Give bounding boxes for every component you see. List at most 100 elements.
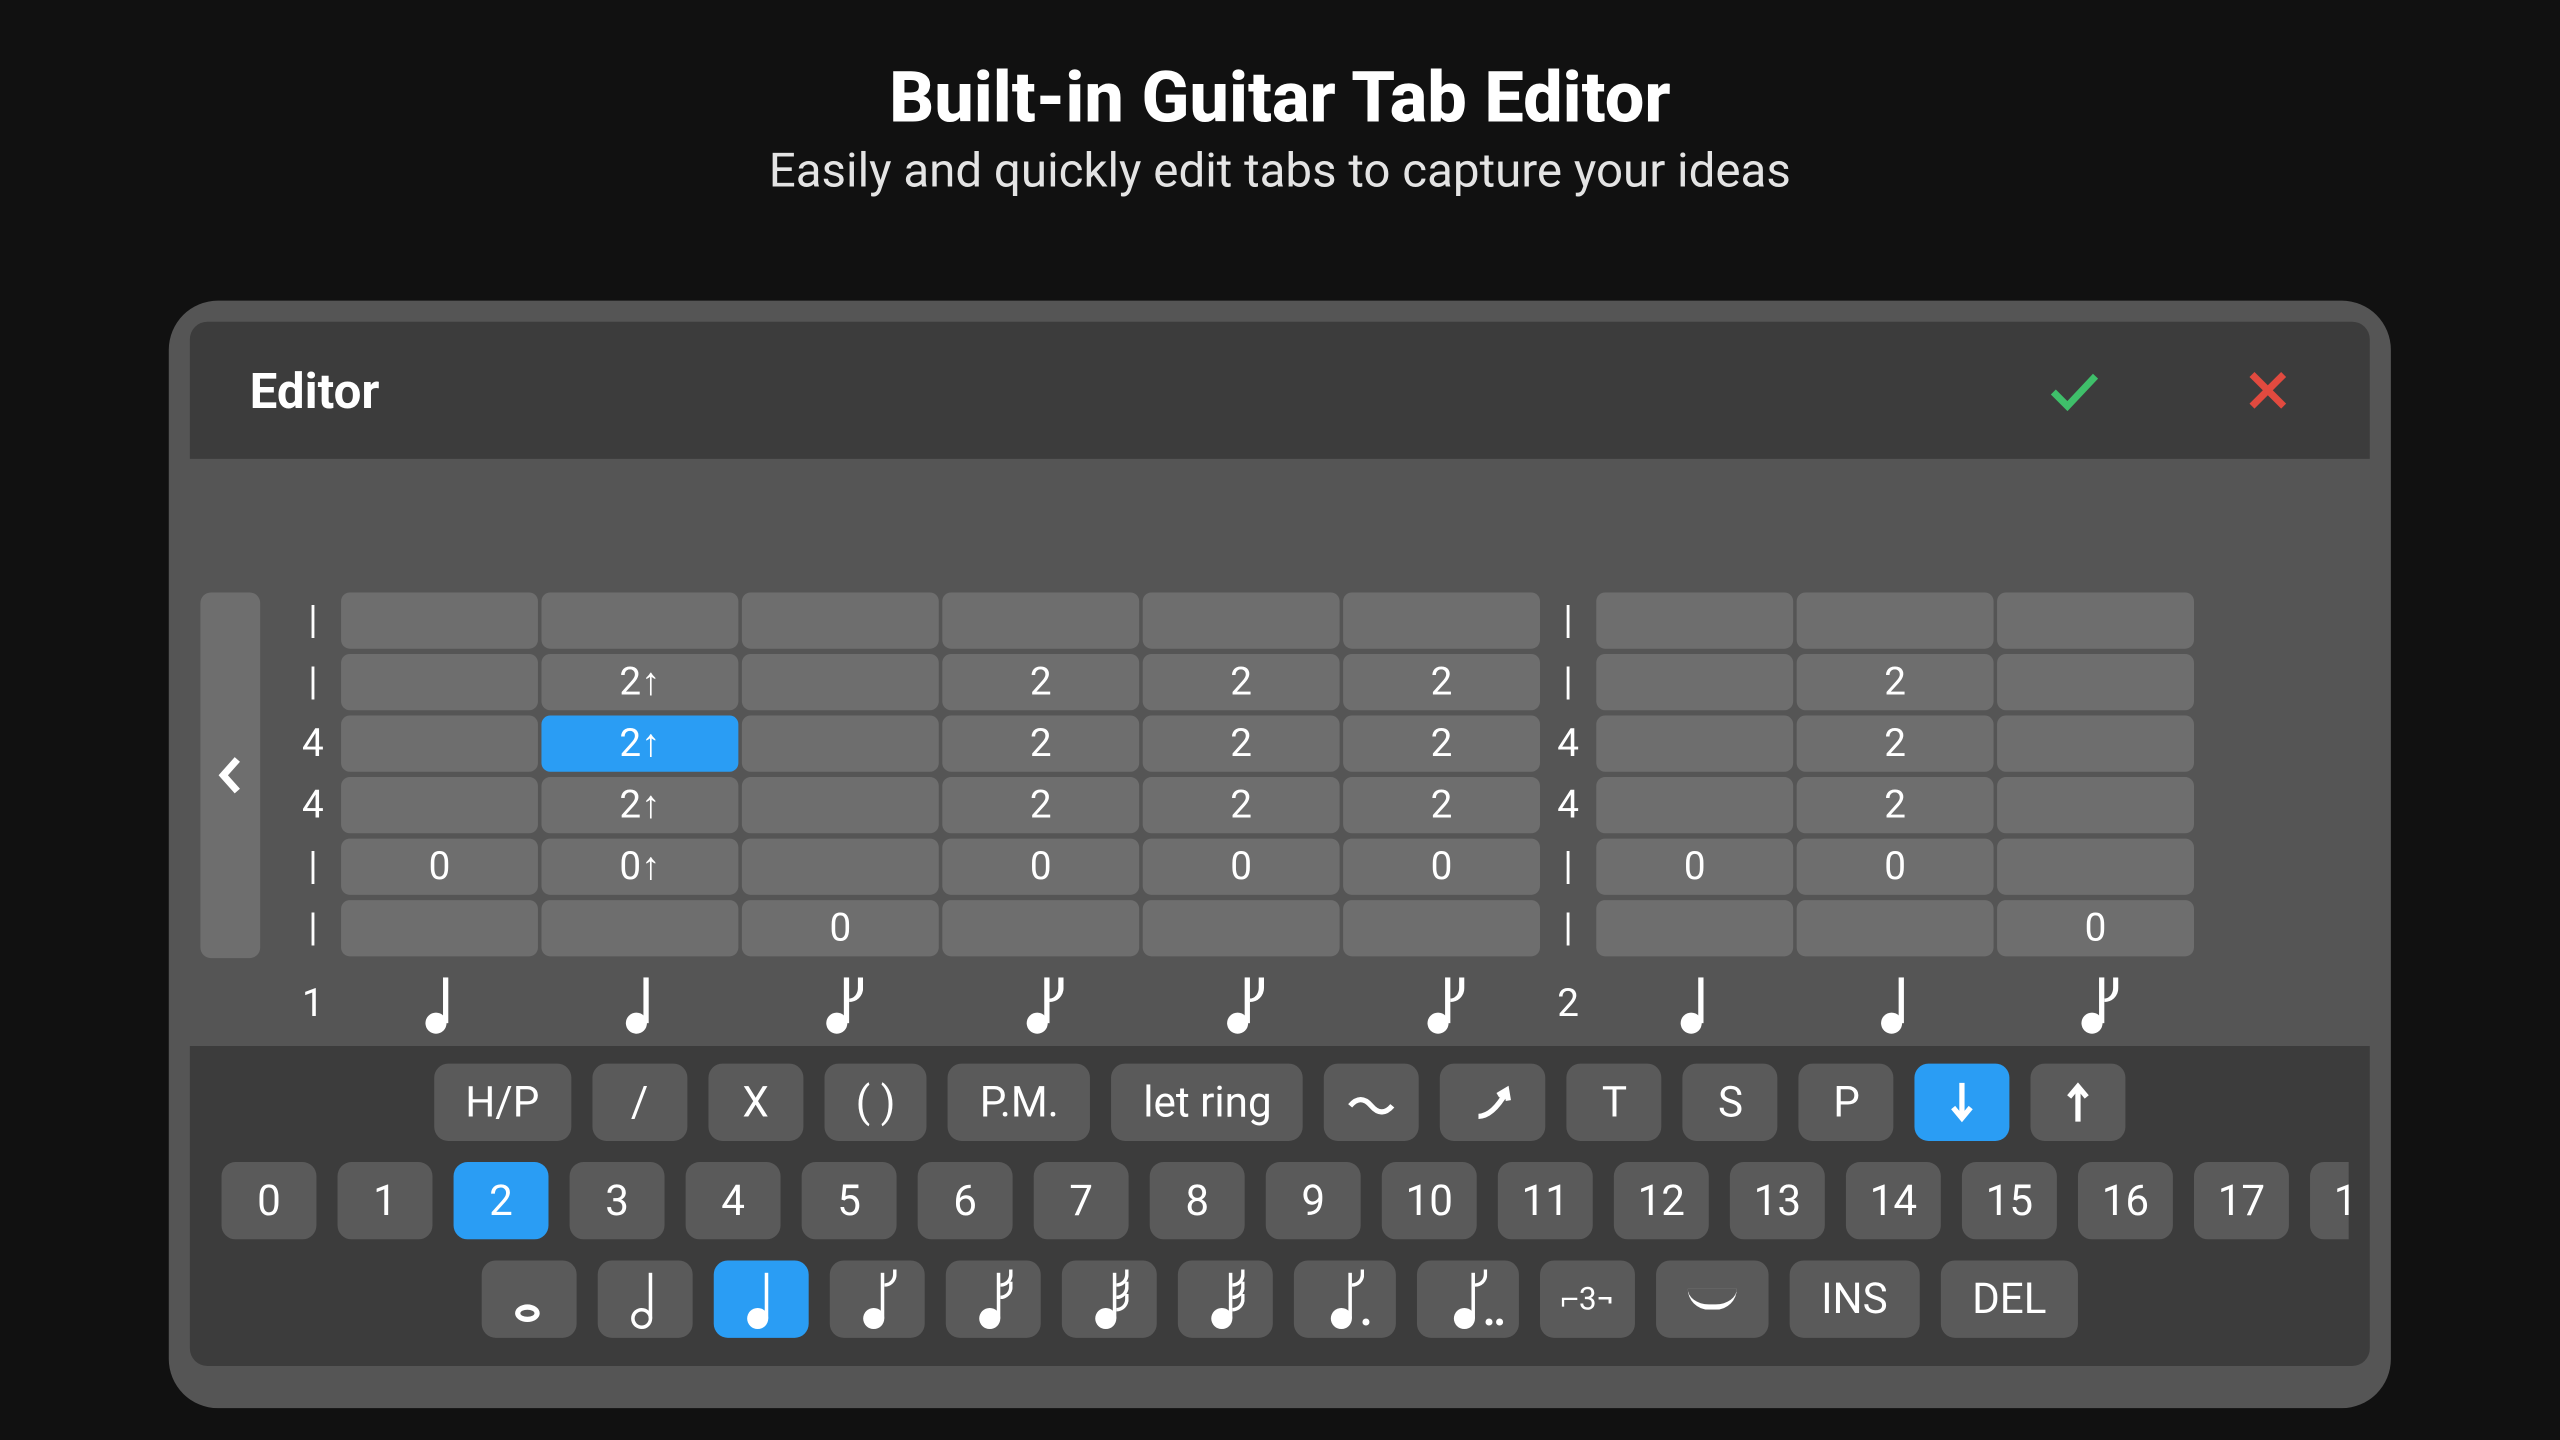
fret-17-button[interactable]: 17 — [2194, 1162, 2289, 1239]
tab-cell[interactable] — [1343, 592, 1540, 648]
tab-cell[interactable] — [341, 592, 538, 648]
fret-18-button[interactable]: 18 — [2310, 1162, 2349, 1239]
tab-cell[interactable]: 0 — [742, 900, 939, 956]
tab-cell[interactable] — [1997, 592, 2194, 648]
tab-cell[interactable]: 0 — [1997, 900, 2194, 956]
technique-pm-button[interactable]: P.M. — [948, 1064, 1090, 1141]
technique-s-button[interactable]: S — [1683, 1064, 1778, 1141]
tab-cell[interactable] — [1596, 654, 1793, 710]
tab-cell[interactable]: 2 — [1143, 716, 1340, 772]
duration-INS-button[interactable]: INS — [1789, 1260, 1919, 1337]
technique-slideup-button[interactable] — [1440, 1064, 1545, 1141]
tab-cell[interactable] — [1797, 900, 1994, 956]
tab-cell[interactable]: 2 — [1797, 654, 1994, 710]
fret-2-button[interactable]: 2 — [454, 1162, 549, 1239]
tab-cell[interactable] — [1343, 900, 1540, 956]
tab-cell[interactable]: 2 — [1343, 777, 1540, 833]
fret-6-button[interactable]: 6 — [918, 1162, 1013, 1239]
duration-sixteenth-button[interactable] — [946, 1260, 1041, 1337]
tab-cell[interactable]: 2 — [1143, 654, 1340, 710]
tab-cell[interactable] — [1143, 900, 1340, 956]
technique-x-button[interactable]: X — [708, 1064, 803, 1141]
technique--button[interactable]: / — [592, 1064, 687, 1141]
duration-sixtyfourth-button[interactable] — [1178, 1260, 1273, 1337]
technique--button[interactable] — [1324, 1064, 1419, 1141]
tab-cell[interactable] — [541, 592, 738, 648]
duration-double_dotted-button[interactable] — [1417, 1260, 1519, 1337]
tab-cell[interactable] — [742, 839, 939, 895]
duration-eighth-button[interactable] — [830, 1260, 925, 1337]
fret-10-button[interactable]: 10 — [1382, 1162, 1477, 1239]
technique-strumup-button[interactable] — [2031, 1064, 2126, 1141]
technique-strumdown-button[interactable] — [1915, 1064, 2010, 1141]
tab-cell[interactable]: 2 — [942, 716, 1139, 772]
tab-cell[interactable]: 0 — [1596, 839, 1793, 895]
tab-cell[interactable] — [1797, 592, 1994, 648]
tab-cell[interactable]: 0 — [341, 839, 538, 895]
technique--button[interactable]: ( ) — [824, 1064, 927, 1141]
fret-1-button[interactable]: 1 — [338, 1162, 433, 1239]
tab-cell[interactable] — [742, 592, 939, 648]
technique-hp-button[interactable]: H/P — [434, 1064, 571, 1141]
tab-cell[interactable]: 0 — [1143, 839, 1340, 895]
technique-t-button[interactable]: T — [1567, 1064, 1662, 1141]
tab-cell[interactable] — [1596, 716, 1793, 772]
duration-triplet-button[interactable]: ⌐3¬ — [1540, 1260, 1635, 1337]
tab-cell[interactable]: 0 — [1797, 839, 1994, 895]
tab-cell[interactable]: 2 — [942, 777, 1139, 833]
tab-cell[interactable] — [1596, 592, 1793, 648]
tab-cell[interactable] — [1997, 777, 2194, 833]
duration-tie-button[interactable] — [1656, 1260, 1769, 1337]
tab-cell[interactable]: 2 — [1797, 777, 1994, 833]
tab-cell[interactable]: 2 — [1343, 716, 1540, 772]
tab-cell[interactable] — [742, 777, 939, 833]
duration-quarter-button[interactable] — [714, 1260, 809, 1337]
tab-cell[interactable]: 0 — [942, 839, 1139, 895]
tab-cell[interactable]: 0 — [1343, 839, 1540, 895]
tab-cell[interactable] — [541, 900, 738, 956]
tab-cell[interactable] — [1997, 839, 2194, 895]
fret-15-button[interactable]: 15 — [1962, 1162, 2057, 1239]
fret-7-button[interactable]: 7 — [1034, 1162, 1129, 1239]
duration-dotted-button[interactable] — [1294, 1260, 1396, 1337]
tab-cell[interactable]: 2 — [942, 654, 1139, 710]
tab-cell[interactable] — [1596, 777, 1793, 833]
tab-cell[interactable]: 0↑ — [541, 839, 738, 895]
tab-cell[interactable] — [742, 716, 939, 772]
tab-cell[interactable] — [942, 900, 1139, 956]
fret-11-button[interactable]: 11 — [1498, 1162, 1593, 1239]
duration-thirtysecond-button[interactable] — [1062, 1260, 1157, 1337]
confirm-button[interactable] — [2032, 348, 2116, 432]
tab-cell[interactable] — [341, 654, 538, 710]
tab-cell[interactable] — [1997, 654, 2194, 710]
tab-cell[interactable]: 2↑ — [541, 654, 738, 710]
fret-0-button[interactable]: 0 — [222, 1162, 317, 1239]
duration-DEL-button[interactable]: DEL — [1940, 1260, 2078, 1337]
fret-16-button[interactable]: 16 — [2078, 1162, 2173, 1239]
tab-cell[interactable] — [942, 592, 1139, 648]
cancel-button[interactable] — [2226, 348, 2310, 432]
fret-4-button[interactable]: 4 — [686, 1162, 781, 1239]
tab-cell[interactable]: 2 — [1143, 777, 1340, 833]
fret-12-button[interactable]: 12 — [1614, 1162, 1709, 1239]
scroll-left-button[interactable] — [200, 592, 260, 958]
tab-cell[interactable]: 2 — [1797, 716, 1994, 772]
fret-5-button[interactable]: 5 — [802, 1162, 897, 1239]
tab-cell[interactable] — [1143, 592, 1340, 648]
tab-cell[interactable] — [341, 777, 538, 833]
tab-cell[interactable]: 2↑ — [541, 716, 738, 772]
tab-cell[interactable]: 2 — [1343, 654, 1540, 710]
fret-13-button[interactable]: 13 — [1730, 1162, 1825, 1239]
technique-letring-button[interactable]: let ring — [1112, 1064, 1304, 1141]
tab-cell[interactable] — [1997, 716, 2194, 772]
tab-cell[interactable] — [341, 716, 538, 772]
duration-half-button[interactable] — [598, 1260, 693, 1337]
duration-whole-button[interactable] — [481, 1260, 576, 1337]
fret-3-button[interactable]: 3 — [570, 1162, 665, 1239]
fret-14-button[interactable]: 14 — [1846, 1162, 1941, 1239]
fret-8-button[interactable]: 8 — [1150, 1162, 1245, 1239]
tab-cell[interactable] — [341, 900, 538, 956]
tab-cell[interactable]: 2↑ — [541, 777, 738, 833]
technique-p-button[interactable]: P — [1799, 1064, 1894, 1141]
tab-cell[interactable] — [742, 654, 939, 710]
